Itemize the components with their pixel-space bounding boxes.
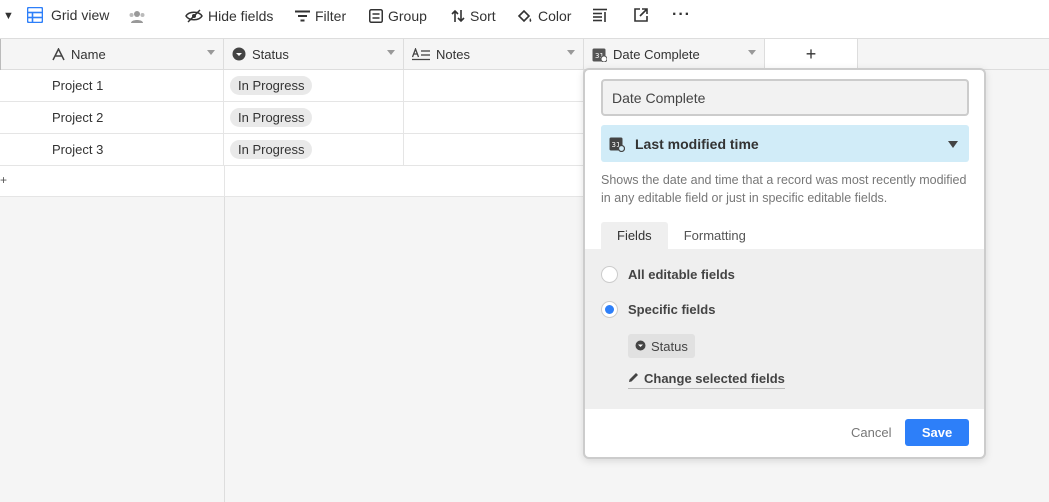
status-pill: In Progress: [230, 108, 313, 127]
filter-button[interactable]: Filter: [295, 8, 346, 24]
share-icon: [634, 8, 648, 22]
option-all-label: All editable fields: [628, 267, 735, 282]
selected-field-chip: Status: [628, 334, 695, 358]
column-header-status[interactable]: Status: [224, 39, 404, 69]
save-button[interactable]: Save: [905, 419, 969, 446]
pencil-icon: [628, 371, 639, 386]
column-header-name[interactable]: Name: [0, 39, 224, 69]
status-pill: In Progress: [230, 140, 313, 159]
row-height-icon: [593, 8, 607, 22]
group-icon: [369, 9, 383, 23]
name-cell[interactable]: Project 2: [0, 102, 224, 133]
status-cell[interactable]: In Progress: [224, 102, 404, 133]
filter-label: Filter: [315, 8, 347, 24]
single-select-icon: [635, 339, 646, 354]
column-divider: [224, 166, 225, 197]
column-header-date-complete[interactable]: 31 Date Complete: [584, 39, 765, 69]
chevron-down-icon[interactable]: [567, 50, 575, 55]
filter-icon: [295, 10, 310, 22]
name-cell[interactable]: Project 1: [0, 70, 224, 101]
radio-specific-fields[interactable]: [601, 301, 618, 318]
field-type-description: Shows the date and time that a record wa…: [601, 173, 967, 205]
eye-slash-icon: [185, 9, 203, 23]
name-cell[interactable]: Project 3: [0, 134, 224, 165]
color-button[interactable]: Color: [517, 8, 571, 24]
field-type-label: Last modified time: [635, 135, 759, 152]
view-toolbar: ▼ Grid view Hide fields Filter Group Sor…: [0, 0, 1049, 39]
last-modified-time-icon: 31: [609, 136, 625, 152]
frozen-column-divider: [224, 197, 225, 502]
color-label: Color: [538, 8, 572, 24]
fields-settings-panel: All editable fields Specific fields Stat…: [585, 249, 984, 409]
config-tabs: Fields Formatting: [601, 222, 762, 249]
field-name-input[interactable]: Date Complete: [601, 79, 969, 116]
chevron-down-icon[interactable]: [387, 50, 395, 55]
share-button[interactable]: [634, 8, 648, 22]
radio-all-fields[interactable]: [601, 266, 618, 283]
sort-label: Sort: [470, 8, 496, 24]
chevron-down-icon: [948, 141, 958, 148]
ellipsis-icon: ···: [672, 6, 691, 23]
cancel-button[interactable]: Cancel: [851, 425, 891, 440]
chevron-down-icon[interactable]: [207, 50, 215, 55]
notes-cell[interactable]: [404, 134, 584, 165]
group-label: Group: [388, 8, 427, 24]
option-specific-label: Specific fields: [628, 302, 716, 317]
status-pill: In Progress: [230, 76, 313, 95]
chevron-down-icon[interactable]: [748, 50, 756, 55]
hide-fields-label: Hide fields: [208, 8, 274, 24]
text-field-icon: [52, 47, 65, 61]
view-switcher[interactable]: Grid view: [27, 7, 109, 23]
last-modified-time-icon: 31: [592, 47, 607, 62]
notes-cell[interactable]: [404, 70, 584, 101]
change-selected-fields-button[interactable]: Change selected fields: [628, 371, 785, 389]
view-name: Grid view: [51, 7, 110, 23]
column-date-complete-label: Date Complete: [613, 46, 700, 62]
field-config-popup: Date Complete 31 Last modified time Show…: [583, 68, 986, 459]
view-menu-caret-icon[interactable]: ▼: [3, 10, 14, 22]
tab-fields[interactable]: Fields: [601, 222, 668, 249]
table-row[interactable]: Project 2 In Progress: [0, 102, 584, 134]
grid-icon: [27, 7, 43, 23]
grid-header: Name Status Notes 31 Date Complete +: [0, 39, 1049, 70]
status-cell[interactable]: In Progress: [224, 134, 404, 165]
more-button[interactable]: ···: [672, 6, 691, 24]
single-select-icon: [232, 47, 246, 61]
column-status-label: Status: [252, 46, 289, 62]
sort-icon: [451, 9, 465, 23]
hide-fields-button[interactable]: Hide fields: [185, 8, 273, 24]
add-record-icon: +: [0, 173, 8, 187]
plus-icon: +: [805, 43, 817, 64]
paint-bucket-icon: [517, 9, 533, 23]
tab-formatting[interactable]: Formatting: [668, 222, 762, 249]
field-type-select[interactable]: 31 Last modified time: [601, 125, 969, 162]
table-row[interactable]: Project 1 In Progress: [0, 70, 584, 102]
option-all-editable-fields[interactable]: All editable fields: [601, 266, 735, 283]
selected-field-label: Status: [651, 338, 688, 354]
column-notes-label: Notes: [436, 46, 470, 62]
long-text-icon: [412, 47, 430, 61]
notes-cell[interactable]: [404, 102, 584, 133]
add-record-row[interactable]: +: [0, 166, 584, 197]
column-header-notes[interactable]: Notes: [404, 39, 584, 69]
people-icon[interactable]: [128, 9, 146, 28]
status-cell[interactable]: In Progress: [224, 70, 404, 101]
group-button[interactable]: Group: [369, 8, 427, 24]
row-height-button[interactable]: [593, 8, 607, 22]
row-number-divider: [0, 39, 1, 70]
add-field-button[interactable]: +: [765, 39, 858, 69]
change-selected-fields-label: Change selected fields: [644, 371, 785, 386]
table-row[interactable]: Project 3 In Progress: [0, 134, 584, 166]
sort-button[interactable]: Sort: [451, 8, 496, 24]
column-name-label: Name: [71, 46, 106, 62]
option-specific-fields[interactable]: Specific fields: [601, 301, 715, 318]
